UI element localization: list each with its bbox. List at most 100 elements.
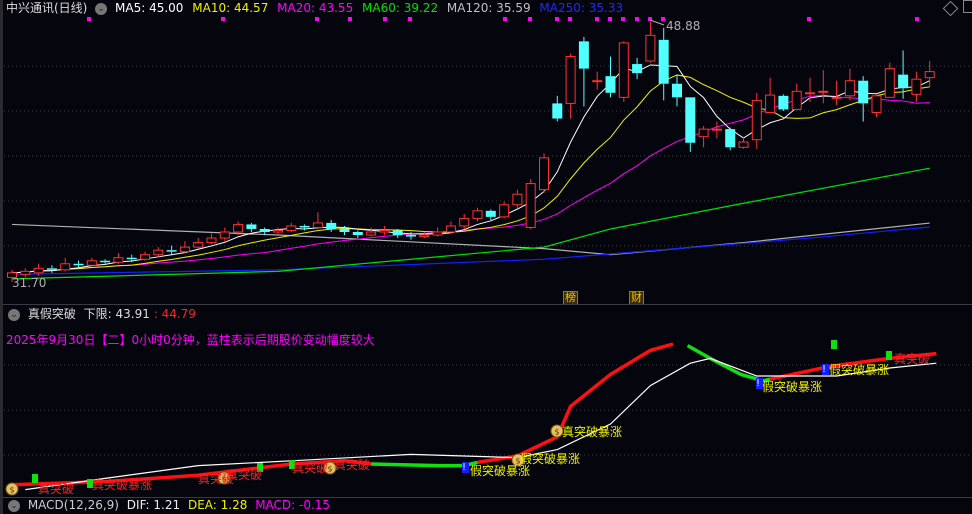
ma10-value: MA10: 44.57 [192,1,269,15]
ma20-value: MA20: 43.55 [277,1,354,15]
signal-dot [661,17,665,21]
candle-down [326,222,337,229]
stock-title: 中兴通讯(日线) [6,1,88,15]
header-bar: 中兴通讯(日线) ⌄ MA5: 45.00 MA10: 44.57 MA20: … [6,0,623,16]
candle-up [751,99,762,141]
candle-up [711,128,722,131]
candle-down [658,39,669,84]
candle-down [406,235,416,237]
signal-label: 真突破 [334,458,371,472]
panel-toggle-icon[interactable] [963,0,972,13]
macd-value: MACD: -0.15 [255,498,331,512]
collapse-icon[interactable]: ⌄ [8,499,20,512]
candle-up [539,157,549,191]
ma120-value: MA120: 35.59 [446,1,531,15]
signal-dot [87,17,91,21]
signal-dot [221,17,225,21]
candle-down [485,210,496,217]
money-bag-icon-glyph: $ [9,486,14,495]
candle-up [459,217,470,227]
green-bar-marker [886,351,892,360]
candle-up [273,229,283,233]
signal-dot [383,17,387,21]
signal-dot [528,17,532,21]
candle-up [472,210,483,219]
candle-down [126,257,137,260]
high-price-label: 48.88 [666,19,701,33]
candle-up [419,234,430,238]
candle-up [499,204,510,218]
candle-up [592,80,603,83]
signal-dot [408,17,412,21]
candle-up [565,55,576,104]
ma250-line [11,226,930,275]
candle-down [685,97,696,143]
signal-label: 真突破暴涨 [562,425,623,439]
candle-up [844,80,855,97]
candle-down [259,228,270,233]
candle-down [578,41,589,69]
candle-up [86,260,97,266]
ma60-value: MA60: 39.22 [362,1,439,15]
candle-down [352,232,363,236]
indicator-upper-line [477,342,674,465]
collapse-icon[interactable]: ⌄ [95,2,108,15]
stock-chart-window: $ $ $ $ $ 中兴通讯(日线) ⌄ MA5: 45.00 MA10: 44.57 … [0,0,972,514]
candle-up [805,92,815,95]
bang-marker[interactable]: 榜 [563,291,578,305]
candle-up [445,225,456,233]
signal-label: 真突破 [894,352,931,366]
candle-down [46,268,57,270]
lower-limit-value: 下限: 43.91 [83,307,150,321]
candle-up [113,257,124,263]
signal-label: 真突破 [292,461,329,475]
signal-label: 真突破 [38,482,75,496]
macd-dea: DEA: 1.28 [187,498,248,512]
price-chart-canvas[interactable]: $$$$$ [0,0,972,514]
signal-dot [503,17,507,21]
candle-down [725,129,736,148]
blue-bar-marker: ! [462,462,469,473]
candle-up [618,42,629,98]
candle-up [871,95,882,113]
candle-down [339,228,350,233]
signal-label: 假突破暴涨 [520,452,581,466]
candle-up [924,71,935,79]
candle-up [884,68,895,98]
collapse-icon[interactable]: ⌄ [8,308,20,321]
signal-dot [595,17,599,21]
candle-up [765,94,776,113]
money-bag-icon-glyph: $ [327,465,332,474]
candle-up [206,237,217,244]
indicator-name: 真假突破 [27,307,76,321]
money-bag-icon-glyph: $ [554,428,559,437]
low-price-label: 31.70 [12,276,47,290]
candle-down [552,103,563,119]
macd-header: ⌄ MACD(12,26,9) DIF: 1.21 DEA: 1.28 MACD… [4,498,330,513]
candle-up [153,249,164,256]
candle-down [246,224,257,229]
signal-dot [348,17,352,21]
blue-bar-marker: ! [822,364,829,375]
cai-marker[interactable]: 财 [629,291,644,305]
candle-up [791,90,802,110]
candle-up [738,141,749,148]
macd-name: MACD(12,26,9) [27,498,119,512]
candle-down [858,80,869,104]
candle-down [605,76,616,93]
ma5-value: MA5: 45.00 [115,1,184,15]
candle-up [379,229,390,233]
candle-down [166,250,177,252]
signal-dot [915,17,919,21]
candle-up [525,183,536,228]
candle-down [392,230,403,236]
signal-dot [568,17,572,21]
candle-down [100,260,111,263]
candle-up [193,242,204,248]
candle-up [645,34,656,62]
candle-up [366,231,377,236]
candle-up [286,225,297,231]
signal-label: 真突破暴涨 [92,478,153,492]
signal-label: 假突破暴涨 [829,363,890,377]
indicator-value2: : 44.79 [153,307,196,321]
